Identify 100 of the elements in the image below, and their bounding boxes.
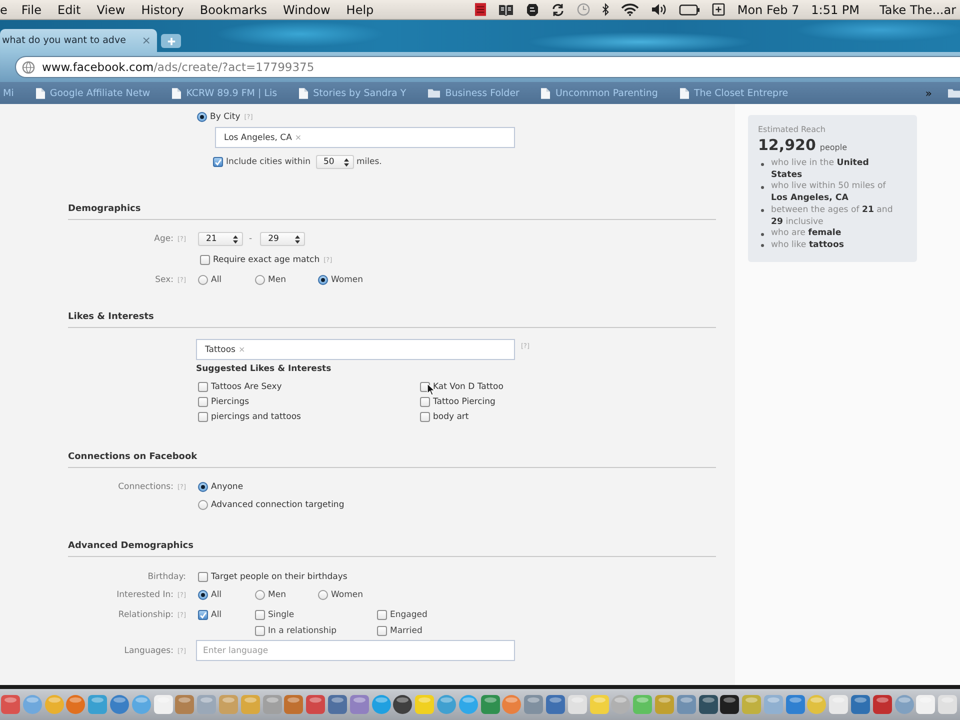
status-app-icon[interactable] (526, 2, 540, 16)
bookmarks-overflow-button[interactable]: » (925, 86, 932, 100)
book-icon[interactable] (498, 4, 514, 16)
address-field[interactable]: www.facebook.com/ads/create/?act=17799375 (15, 56, 960, 78)
clock-icon[interactable] (577, 3, 590, 16)
interests-input-field[interactable]: Tattoos × (196, 339, 515, 360)
field-label: Connections: (118, 482, 174, 492)
radio-button[interactable] (255, 275, 265, 285)
city-input-field[interactable]: Los Angeles, CA × (215, 127, 515, 148)
section-title: Advanced Demographics (68, 541, 194, 551)
reach-title: Estimated Reach (758, 125, 826, 134)
field-label: Sex: (155, 275, 174, 285)
menu-item[interactable]: Window (282, 2, 330, 16)
browser-tab[interactable]: what do you want to adve × (0, 29, 157, 52)
menu-item[interactable]: View (96, 2, 126, 16)
checkbox[interactable] (255, 610, 265, 620)
reach-count: 12,920 (758, 136, 816, 154)
radio-button[interactable] (198, 482, 208, 492)
option-label: Anyone (211, 482, 244, 492)
miles-select[interactable]: 50 (316, 155, 354, 169)
menu-clock[interactable]: Mon Feb 7 (737, 2, 800, 16)
option-label: Piercings (211, 396, 250, 406)
checkbox[interactable] (213, 157, 223, 167)
menu-item[interactable]: Edit (57, 2, 81, 16)
tab-close-button[interactable]: × (142, 35, 151, 46)
reach-criterion: who like tattoos (771, 240, 844, 252)
stepper-arrows-icon (344, 158, 349, 166)
reach-criterion: who live in the United States (771, 158, 870, 182)
app-status-icon[interactable] (475, 3, 486, 16)
remove-button[interactable]: × (294, 134, 302, 142)
menu-item[interactable]: File (21, 2, 42, 16)
language-input-field[interactable]: Enter language (196, 640, 515, 661)
bookmark-link[interactable]: Google Affiliate Netw (36, 88, 150, 98)
checkbox[interactable] (255, 626, 265, 636)
battery-icon[interactable] (679, 4, 700, 16)
checkbox[interactable] (198, 572, 208, 582)
field-label: Languages: (124, 646, 174, 656)
bookmark-link[interactable]: Business Folder (428, 88, 520, 98)
checkbox[interactable] (377, 626, 387, 636)
bookmark-link[interactable]: Mi (3, 88, 14, 98)
option-label: Advanced connection targeting (211, 500, 344, 510)
stepper-arrows-icon (295, 234, 300, 244)
bluetooth-icon[interactable] (602, 3, 610, 16)
option-label: Tattoo Piercing (433, 396, 496, 406)
radio-button[interactable] (198, 500, 208, 510)
age-select[interactable]: 21 (198, 232, 243, 246)
checkbox[interactable] (198, 610, 208, 620)
option-label: piercings and tattoos (211, 412, 301, 422)
interest-token: Tattoos × (205, 344, 246, 354)
bookmark-link[interactable]: Stories by Sandra Y (299, 88, 406, 98)
radio-button[interactable] (318, 590, 328, 600)
section-title: Connections on Facebook (68, 452, 198, 462)
stepper-arrows-icon (233, 234, 238, 244)
radio-button[interactable] (198, 590, 208, 600)
folder-icon (428, 88, 440, 98)
menu-item[interactable]: History (141, 2, 184, 16)
checkbox[interactable] (420, 396, 430, 406)
checkbox[interactable] (200, 255, 210, 265)
app-icon[interactable] (393, 695, 412, 714)
globe-icon (22, 60, 35, 74)
suggestions-heading: Suggested Likes & Interests (196, 364, 332, 374)
age-select[interactable]: 29 (260, 232, 306, 246)
bullet-icon (761, 244, 764, 248)
new-tab-button[interactable] (161, 34, 181, 48)
checkbox[interactable] (198, 412, 208, 422)
checkbox[interactable] (420, 412, 430, 422)
radio-button[interactable] (198, 275, 208, 285)
screen-icon[interactable] (712, 3, 726, 16)
bookmark-link[interactable]: The Closet Entrepre (680, 88, 788, 98)
sync-icon[interactable] (551, 2, 566, 16)
bullet-icon (761, 232, 764, 236)
section-title: Likes & Interests (68, 312, 154, 322)
radio-button[interactable] (255, 590, 265, 600)
wifi-icon[interactable] (621, 3, 640, 16)
menu-item[interactable]: Bookmarks (200, 2, 267, 16)
option-label: Women (331, 590, 364, 600)
menu-clock[interactable]: 1:51 PM (811, 2, 860, 16)
folder-icon[interactable] (948, 88, 960, 98)
radio-button[interactable] (197, 112, 207, 122)
option-label: Married (390, 626, 422, 636)
option-label: body art (433, 412, 469, 422)
radio-button[interactable] (318, 275, 328, 285)
option-label: All (211, 590, 222, 600)
checkbox[interactable] (198, 396, 208, 406)
checkbox[interactable] (377, 610, 387, 620)
remove-button[interactable]: × (238, 346, 246, 354)
menu-item[interactable]: e (0, 2, 8, 16)
page-icon (172, 88, 182, 98)
field-label: Relationship: (118, 610, 174, 620)
bookmark-link[interactable]: Uncommon Parenting (541, 88, 658, 98)
user-menu[interactable]: Take The...ar (880, 2, 956, 16)
bullet-icon (761, 162, 764, 166)
option-label: Kat Von D Tattoo (433, 382, 504, 392)
option-label: Single (268, 610, 294, 620)
menu-item[interactable]: Help (346, 2, 374, 16)
bookmark-link[interactable]: KCRW 89.9 FM | Lis (172, 88, 278, 98)
app-icon[interactable] (720, 695, 740, 714)
checkbox[interactable] (198, 382, 208, 392)
app-icon[interactable] (698, 695, 718, 714)
volume-icon[interactable] (651, 3, 668, 16)
